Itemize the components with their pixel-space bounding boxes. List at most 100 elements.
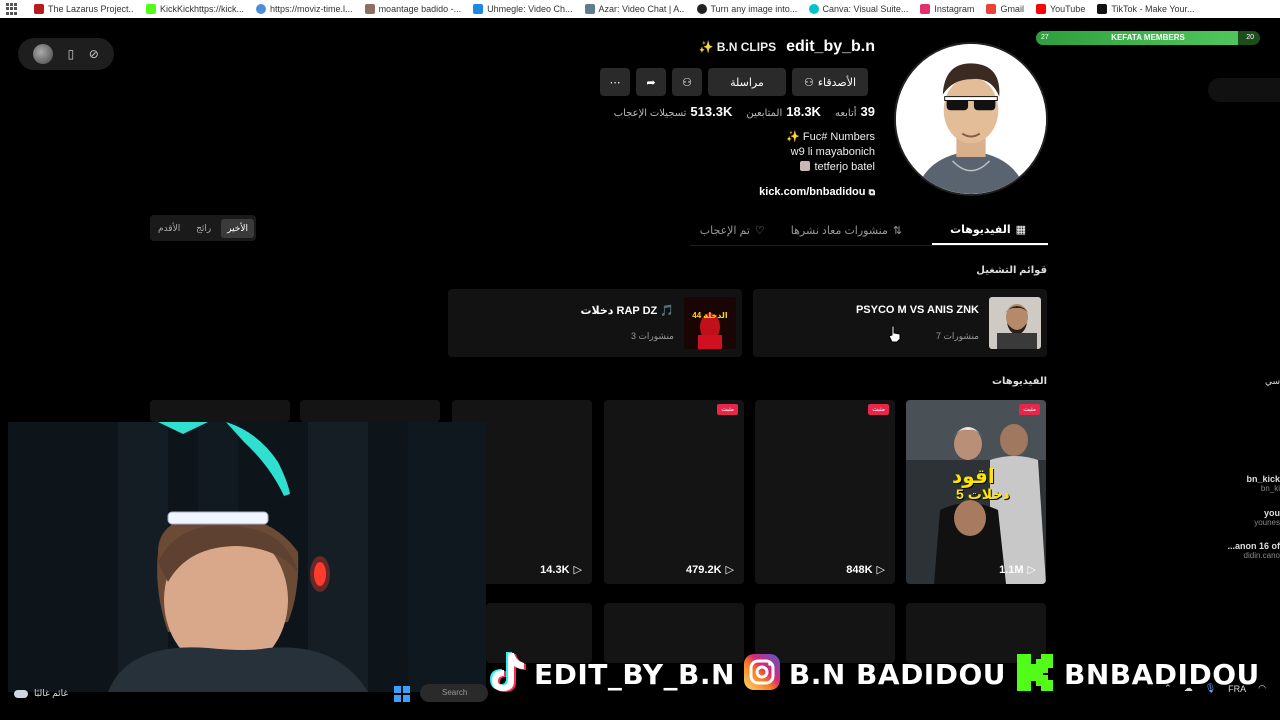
pinned-badge: مثبت [717, 404, 738, 415]
stat-following[interactable]: 39أتابعه [835, 104, 875, 119]
video-views: 479.2K ▷ [686, 563, 734, 577]
bio-line: tetferjo batel [786, 160, 875, 175]
taskbar-search[interactable]: Search [420, 684, 488, 702]
repost-icon: ⇅ [892, 224, 903, 237]
apps-grid-icon[interactable] [6, 3, 18, 15]
video-card[interactable]: مثبت 848K ▷ [755, 400, 895, 584]
play-icon: ▷ [1027, 564, 1036, 576]
taskbar-weather[interactable]: غائم غالبًا [14, 688, 68, 699]
members-high: 20 [1246, 34, 1254, 41]
video-views: 848K ▷ [846, 563, 885, 577]
members-label: KEFATA MEMBERS [1111, 33, 1185, 42]
sort-popular[interactable]: رائج [190, 219, 217, 238]
more-icon: ⋯ [609, 76, 621, 89]
language-indicator[interactable]: FRA [1228, 684, 1246, 694]
chat-user: you [1263, 508, 1280, 518]
bookmark-3[interactable]: moantage badido -... [364, 4, 461, 14]
bookmark-7[interactable]: Canva: Visual Suite... [808, 4, 908, 14]
share-button[interactable]: ➦ [636, 68, 666, 96]
add-user-icon: ⚇ [682, 76, 692, 89]
bookmark-10[interactable]: YouTube [1035, 4, 1085, 14]
play-icon: ▷ [876, 564, 885, 576]
bookmark-1[interactable]: KickKickhttps://kick... [146, 4, 244, 14]
heart-lock-icon: ♡ [754, 224, 765, 237]
friends-button[interactable]: ⚇ الأصدقاء [792, 68, 868, 96]
weather-text: غائم غالبًا [34, 688, 69, 698]
bookmark-5[interactable]: Azar: Video Chat | A... [584, 4, 685, 14]
profile-link-text[interactable]: kick.com/bnbadidou [759, 186, 865, 198]
playlist-thumbnail: الدخلة 44 [684, 297, 736, 349]
message-label: مراسلة [730, 76, 764, 89]
sort-toggle: الأخير رائج الأقدم [150, 215, 256, 241]
message-button[interactable]: مراسلة [708, 68, 786, 96]
cloud-icon[interactable]: ☁ [1184, 683, 1193, 694]
friends-icon: ⚇ [803, 76, 814, 89]
user-avatar[interactable] [33, 44, 54, 64]
playlist-card[interactable]: الدخلة 44 دخلات RAP DZ 🎵 3 منشورات [448, 289, 742, 357]
videos-heading: الفيديوهات [992, 376, 1047, 387]
profile-actions: ⋯ ➦ ⚇ مراسلة ⚇ الأصدقاء [600, 68, 868, 96]
bookmark-6[interactable]: Turn any image into... [696, 4, 797, 14]
compass-icon[interactable]: ⊘ [89, 47, 99, 61]
playlist-count: 7 منشورات [935, 331, 979, 341]
more-options-button[interactable]: ⋯ [600, 68, 630, 96]
mic-icon[interactable]: 🎙 [1205, 683, 1216, 694]
phone-icon[interactable]: ▯ [68, 47, 75, 61]
profile-name-row: ✨ B.N CLIPS edit_by_b.n [698, 38, 875, 56]
bookmark-8[interactable]: Instagram [920, 4, 974, 14]
profile-stats: 39أتابعه 18.3Kالمتابعين 513.3Kتسجيلات ال… [614, 104, 875, 119]
share-icon: ➦ [646, 76, 656, 89]
video-card[interactable] [300, 400, 440, 422]
profile-bio: ✨ Fuc# Numbers w9 li mayabonich tetferjo… [786, 130, 875, 175]
profile-handle: edit_by_b.n [786, 38, 875, 55]
playlist-title: PSYCO M VS ANIS ZNK [855, 304, 979, 316]
tab-videos[interactable]: ▦ الفيديوهات [932, 215, 1048, 245]
wifi-icon[interactable]: ◠ [1258, 683, 1266, 694]
profile-avatar[interactable] [894, 42, 1048, 196]
chevron-up-icon[interactable]: ⌃ [1164, 683, 1172, 694]
grid-icon: ▦ [1015, 223, 1026, 236]
video-card[interactable]: مثبت اقود 5 دخلات 1.1M ▷ [906, 400, 1046, 584]
suggested-accounts-button[interactable]: ⚇ [672, 68, 702, 96]
stat-followers[interactable]: 18.3Kالمتابعين [746, 104, 821, 119]
play-icon: ▷ [725, 564, 734, 576]
bookmark-11[interactable]: TikTok - Make Your... [1097, 4, 1195, 14]
bookmark-9[interactable]: Gmail [986, 4, 1024, 14]
video-card[interactable]: مثبت 479.2K ▷ [604, 400, 744, 584]
sort-oldest[interactable]: الأقدم [152, 219, 186, 238]
video-card[interactable] [150, 400, 290, 422]
video-views: 1.1M ▷ [999, 563, 1036, 577]
tab-liked[interactable]: ♡ تم الإعجاب [700, 215, 765, 245]
floating-controls: ▯ ⊘ [18, 38, 114, 70]
chat-message-1: you younes [1254, 508, 1280, 527]
tabs-divider [690, 245, 1048, 246]
chat-input-pill[interactable] [1208, 78, 1280, 102]
bookmark-4[interactable]: Uhmegle: Video Ch... [473, 4, 573, 14]
kick-icon [1014, 651, 1056, 698]
chat-user: ...anon 16 of [1227, 541, 1280, 551]
video-views: 14.3K ▷ [540, 563, 582, 577]
instagram-icon [743, 653, 781, 696]
start-button[interactable] [394, 686, 410, 702]
bookmarks-bar: The Lazarus Project... KickKickhttps://k… [0, 0, 1280, 18]
playlists-heading: قوائم التشغيل [976, 265, 1047, 276]
stat-likes: 513.3Kتسجيلات الإعجاب [613, 104, 733, 119]
tab-reposts[interactable]: ⇅ منشورات معاد نشرها [791, 215, 902, 245]
mouse-cursor-icon [888, 325, 902, 348]
video-overlay-text: 5 دخلات [956, 486, 1010, 502]
chat-sub: younes [1254, 518, 1280, 527]
windows-icon [394, 686, 410, 702]
bio-line: ✨ Fuc# Numbers [786, 131, 875, 143]
profile-nickname: ✨ B.N CLIPS [698, 40, 777, 54]
bookmark-0[interactable]: The Lazarus Project... [34, 4, 134, 14]
pinned-badge: مثبت [1019, 404, 1040, 415]
bookmark-2[interactable]: https://moviz-time.l... [256, 4, 353, 14]
profile-tabs: ▦ الفيديوهات ⇅ منشورات معاد نشرها ♡ تم الإع… [690, 215, 1048, 245]
weather-cloud-icon [14, 689, 28, 698]
profile-link[interactable]: kick.com/bnbadidou ⧉ [759, 186, 875, 198]
instagram-handle: B.N BADIDOU [788, 657, 1007, 691]
playlist-thumb-text: الدخلة 44 [692, 311, 728, 320]
play-icon: ▷ [573, 564, 582, 576]
tiktok-handle: EDIT_BY_B.N [534, 657, 735, 691]
sort-latest[interactable]: الأخير [221, 218, 254, 238]
